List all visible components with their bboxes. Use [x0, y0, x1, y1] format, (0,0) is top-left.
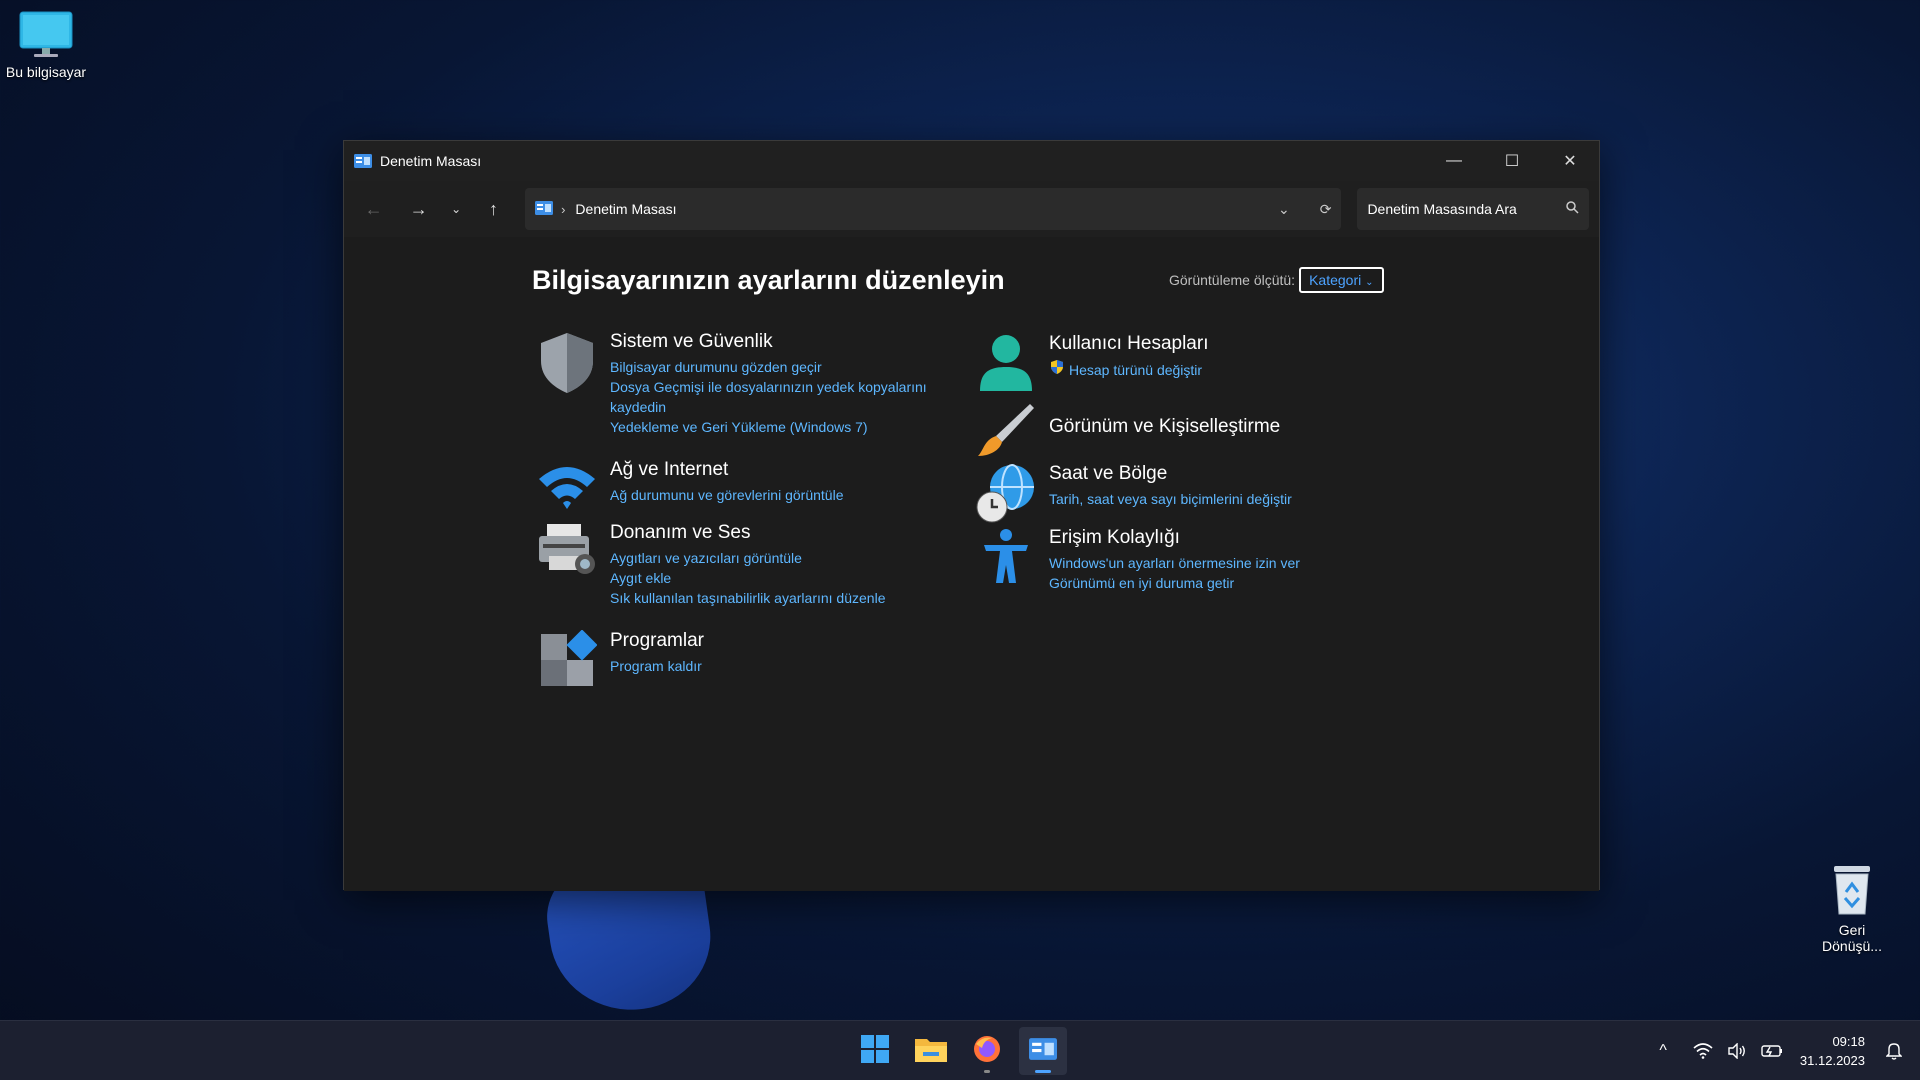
desktop-icon-label: Dönüşü...: [1822, 938, 1882, 954]
content-area: Bilgisayarınızın ayarlarını düzenleyin G…: [344, 237, 1599, 891]
system-tray: ^ 09:18 31.12.2023: [1652, 1021, 1920, 1080]
desktop-icon-label: Geri: [1838, 922, 1866, 938]
view-by: Görüntüleme ölçütü: Kategori ⌄: [1169, 267, 1384, 293]
maximize-button[interactable]: ☐: [1483, 141, 1541, 181]
control-panel-icon: [354, 154, 372, 168]
user-icon[interactable]: [976, 333, 1036, 397]
globe-clock-icon[interactable]: [976, 463, 1036, 527]
start-icon: [861, 1034, 889, 1068]
category-link[interactable]: Dosya Geçmişi ile dosyalarınızın yedek k…: [610, 377, 927, 397]
battery-icon[interactable]: [1754, 1044, 1790, 1058]
taskbar: ^ 09:18 31.12.2023: [0, 1020, 1920, 1080]
category-programs: Programlar Program kaldır: [537, 629, 704, 694]
taskbar-file-explorer[interactable]: [907, 1027, 955, 1075]
volume-icon[interactable]: [1720, 1043, 1754, 1059]
shield-icon[interactable]: [537, 331, 597, 395]
view-by-label: Görüntüleme ölçütü:: [1169, 272, 1296, 288]
back-button[interactable]: ←: [354, 190, 393, 228]
category-link[interactable]: Ağ durumunu ve görevlerini görüntüle: [610, 485, 843, 505]
close-button[interactable]: ✕: [1541, 141, 1599, 181]
category-link[interactable]: Tarih, saat veya sayı biçimlerini değişt…: [1049, 489, 1292, 509]
clock-time: 09:18: [1832, 1034, 1865, 1049]
minimize-button[interactable]: —: [1425, 141, 1483, 181]
category-link[interactable]: Bilgisayar durumunu gözden geçir: [610, 357, 927, 377]
category-title[interactable]: Sistem ve Güvenlik: [610, 331, 927, 353]
up-button[interactable]: ↑: [474, 190, 513, 228]
category-user-accounts: Kullanıcı Hesapları Hesap türünü değişti…: [976, 333, 1208, 397]
monitor-icon: [18, 10, 74, 60]
window-title: Denetim Masası: [380, 153, 482, 169]
notification-bell-icon[interactable]: [1879, 1042, 1920, 1060]
programs-icon[interactable]: [537, 629, 598, 694]
recycle-bin-icon: [1828, 862, 1876, 918]
control-panel-icon: [1029, 1037, 1057, 1065]
chevron-down-icon[interactable]: ⌄: [1278, 201, 1290, 218]
file-explorer-icon: [915, 1036, 947, 1067]
category-link[interactable]: Yedekleme ve Geri Yükleme (Windows 7): [610, 417, 927, 437]
category-title[interactable]: Erişim Kolaylığı: [1049, 527, 1300, 549]
category-network-internet: Ağ ve Internet Ağ durumunu ve görevlerin…: [537, 459, 843, 523]
category-title[interactable]: Kullanıcı Hesapları: [1049, 333, 1208, 355]
category-link[interactable]: Hesap türünü değiştir: [1049, 359, 1208, 380]
category-link[interactable]: Görünümü en iyi duruma getir: [1049, 573, 1300, 593]
category-hardware-sound: Donanım ve Ses Aygıtları ve yazıcıları g…: [537, 522, 885, 608]
control-panel-icon: [535, 200, 554, 218]
category-system-security: Sistem ve Güvenlik Bilgisayar durumunu g…: [537, 331, 927, 437]
printer-icon[interactable]: [537, 522, 597, 586]
running-indicator: [984, 1070, 990, 1073]
search-input[interactable]: [1367, 201, 1558, 217]
recent-locations-button[interactable]: ⌄: [444, 190, 468, 228]
search-box[interactable]: [1357, 188, 1590, 230]
wifi-icon[interactable]: [537, 459, 597, 523]
navigation-bar: ← → ⌄ ↑ › Denetim Masası ⌄ ⟳: [344, 181, 1599, 237]
category-link[interactable]: kaydedin: [610, 397, 927, 417]
desktop-icon-this-pc[interactable]: Bu bilgisayar: [0, 10, 94, 80]
page-title: Bilgisayarınızın ayarlarını düzenleyin: [532, 265, 1005, 295]
category-title[interactable]: Ağ ve Internet: [610, 459, 843, 481]
start-button[interactable]: [851, 1027, 899, 1075]
wifi-icon[interactable]: [1686, 1043, 1720, 1059]
category-link[interactable]: Aygıt ekle: [610, 568, 885, 588]
category-title[interactable]: Programlar: [610, 630, 704, 652]
category-link[interactable]: Sık kullanılan taşınabilirlik ayarlarını…: [610, 588, 885, 608]
category-link[interactable]: Aygıtları ve yazıcıları görüntüle: [610, 548, 885, 568]
show-hidden-icons-button[interactable]: ^: [1652, 1042, 1674, 1060]
chevron-down-icon: ⌄: [1365, 277, 1374, 288]
category-title[interactable]: Görünüm ve Kişiselleştirme: [1049, 416, 1280, 438]
view-by-dropdown[interactable]: Kategori ⌄: [1299, 267, 1384, 293]
forward-button[interactable]: →: [399, 190, 438, 228]
title-bar[interactable]: Denetim Masası — ☐ ✕: [344, 141, 1599, 181]
taskbar-firefox[interactable]: [963, 1027, 1011, 1075]
desktop-icon-label: Bu bilgisayar: [5, 64, 87, 80]
category-link[interactable]: Program kaldır: [610, 656, 704, 676]
view-by-value: Kategori: [1309, 272, 1362, 288]
category-link-text: Hesap türünü değiştir: [1069, 361, 1203, 378]
category-title[interactable]: Donanım ve Ses: [610, 522, 885, 544]
accessibility-icon[interactable]: [976, 527, 1036, 591]
category-clock-region: Saat ve Bölge Tarih, saat veya sayı biçi…: [976, 463, 1292, 527]
uac-shield-icon: [1049, 359, 1065, 380]
control-panel-window: Denetim Masası — ☐ ✕ ← → ⌄ ↑ › Denetim M…: [343, 140, 1600, 891]
desktop-icon-recycle-bin[interactable]: Geri Dönüşü...: [1804, 862, 1900, 954]
category-link[interactable]: Windows'un ayarları önermesine izin ver: [1049, 553, 1300, 573]
firefox-icon: [972, 1034, 1002, 1069]
category-appearance: Görünüm ve Kişiselleştirme: [976, 402, 1280, 466]
category-title[interactable]: Saat ve Bölge: [1049, 463, 1292, 485]
search-icon[interactable]: [1566, 201, 1579, 217]
refresh-icon[interactable]: ⟳: [1320, 201, 1332, 218]
breadcrumb-separator[interactable]: ›: [561, 202, 565, 217]
taskbar-control-panel[interactable]: [1019, 1027, 1067, 1075]
paintbrush-icon[interactable]: [976, 402, 1036, 466]
category-ease-of-access: Erişim Kolaylığı Windows'un ayarları öne…: [976, 527, 1300, 593]
active-indicator: [1035, 1070, 1051, 1073]
clock-date: 31.12.2023: [1799, 1053, 1865, 1068]
address-bar[interactable]: › Denetim Masası ⌄ ⟳: [525, 188, 1342, 230]
clock[interactable]: 09:18 31.12.2023: [1790, 1032, 1879, 1070]
breadcrumb-control-panel[interactable]: Denetim Masası: [575, 201, 676, 217]
